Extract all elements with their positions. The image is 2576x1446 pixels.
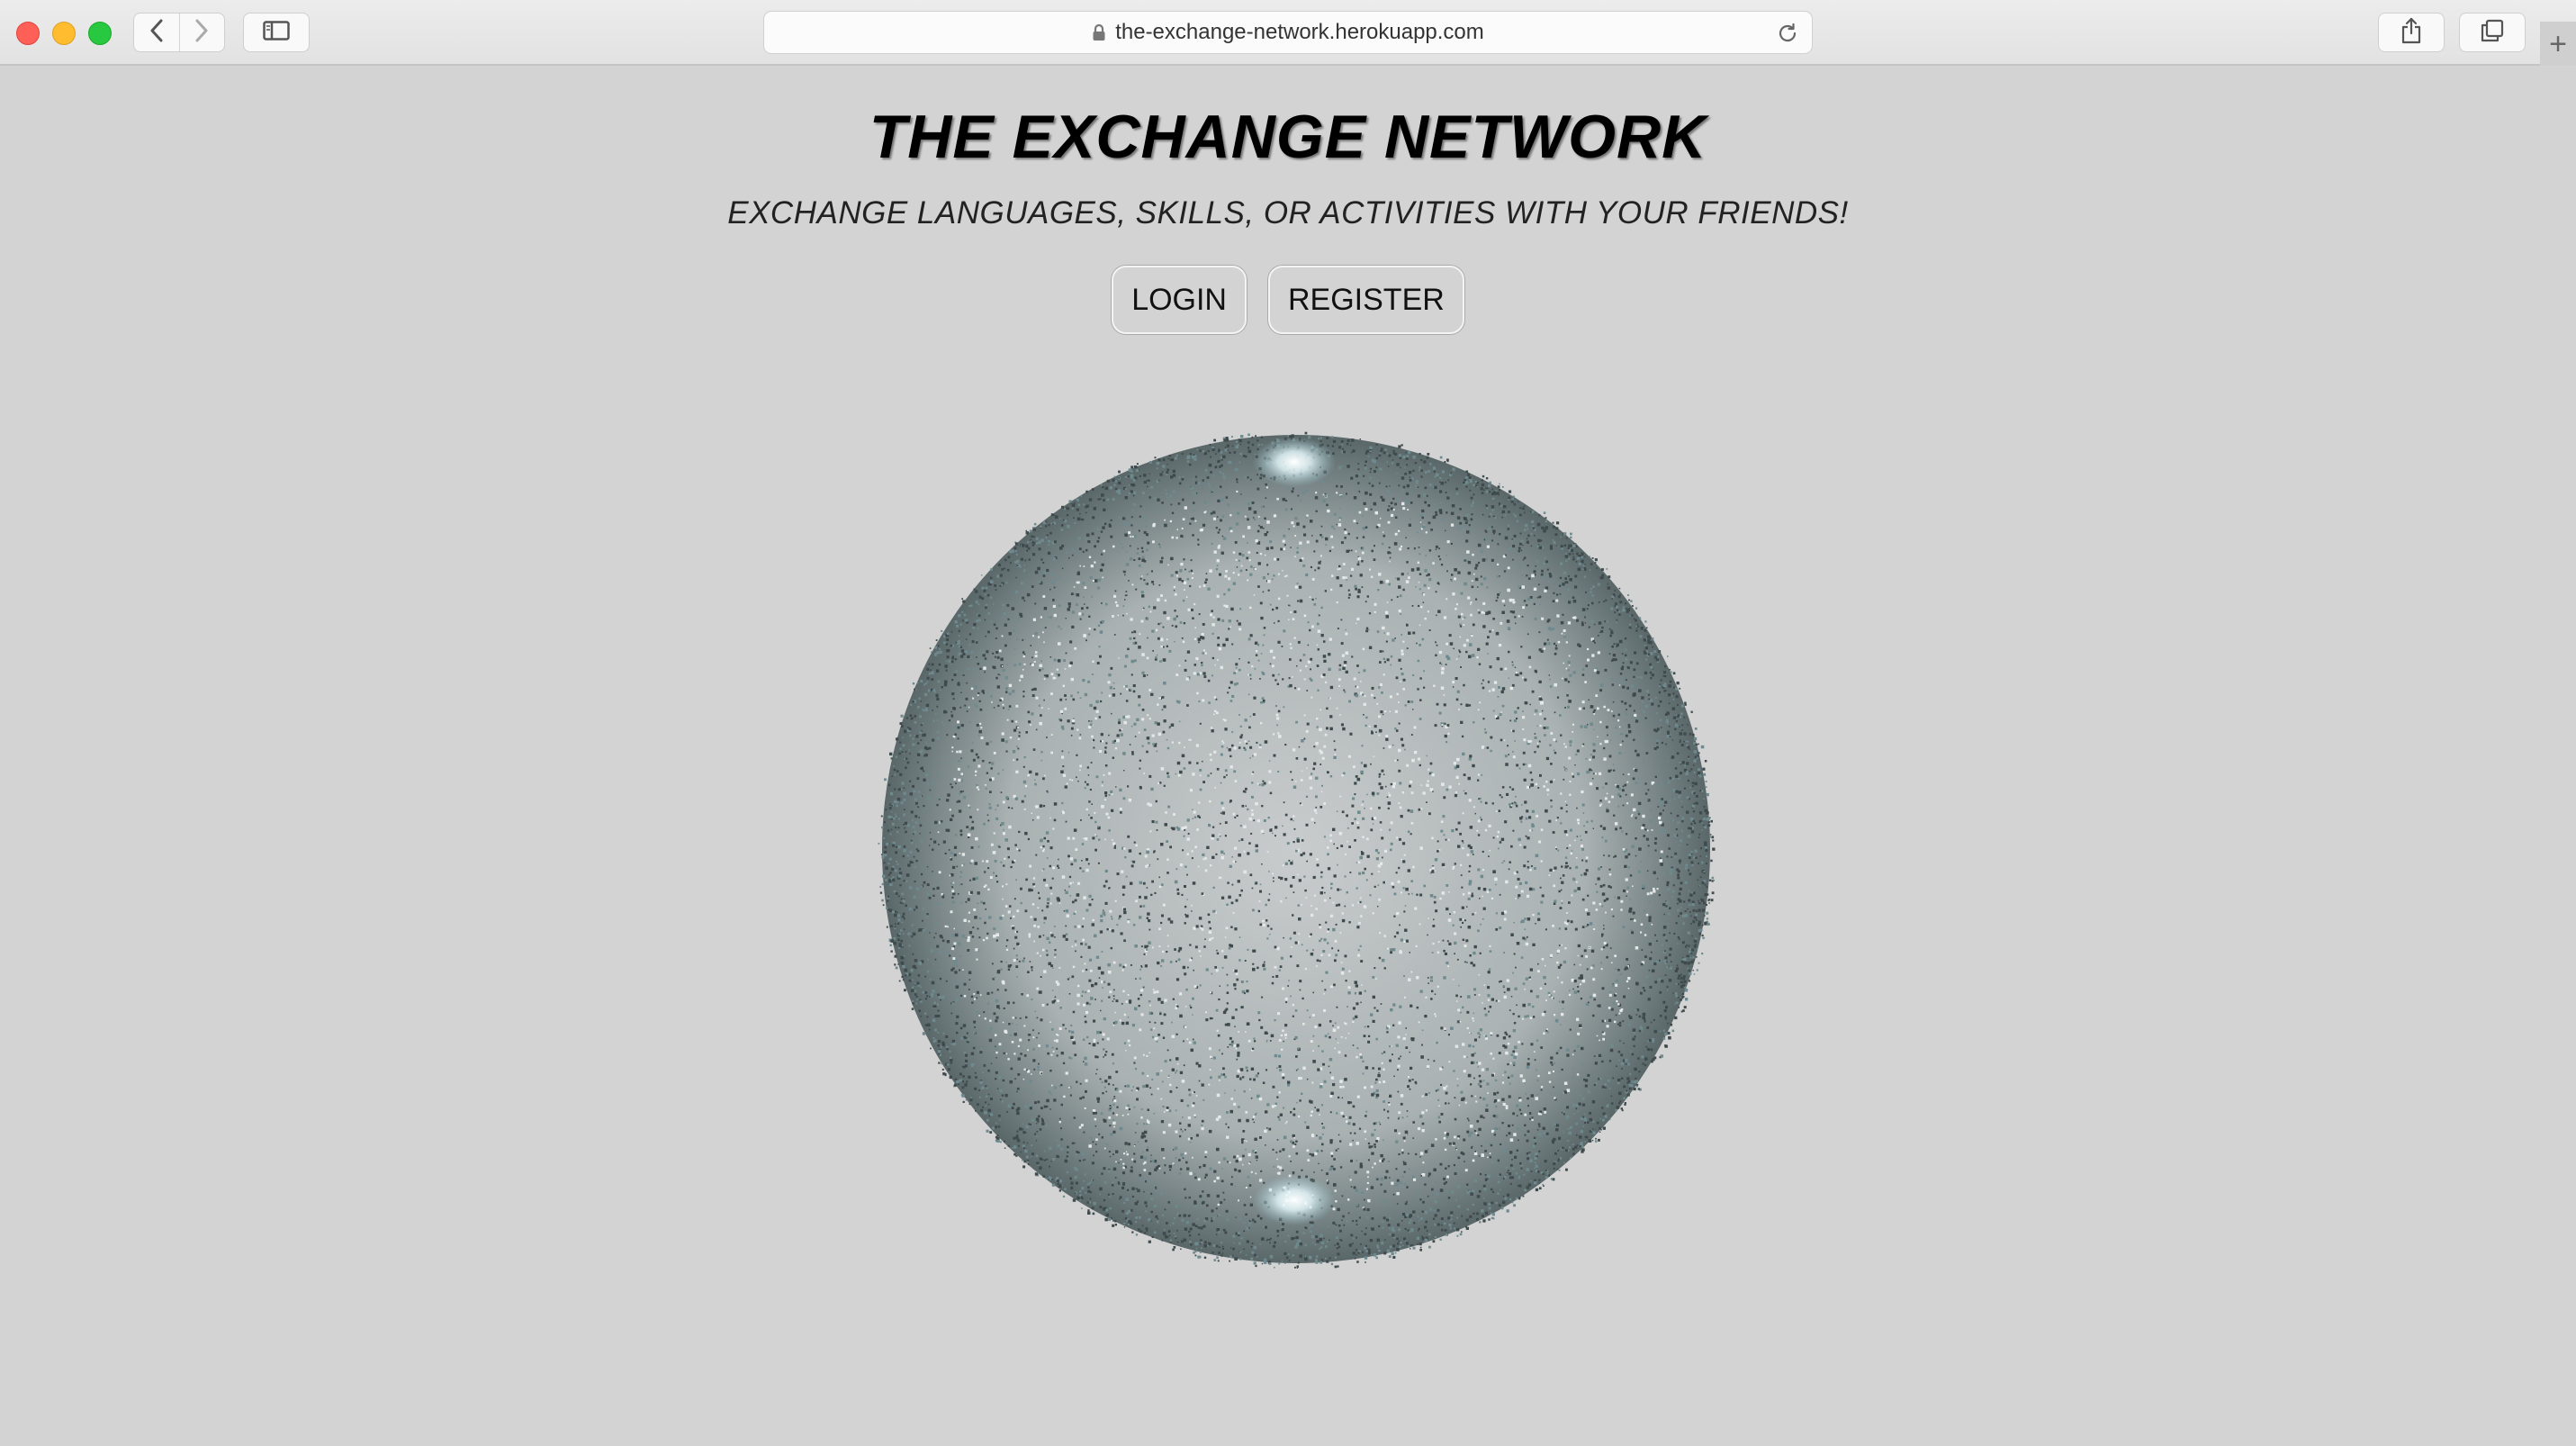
navigation-buttons	[133, 13, 225, 52]
new-tab-button[interactable]: +	[2540, 22, 2576, 67]
page-title: THE EXCHANGE NETWORK	[869, 103, 1707, 171]
register-button[interactable]: REGISTER	[1268, 266, 1464, 334]
page-content: THE EXCHANGE NETWORK EXCHANGE LANGUAGES,…	[0, 66, 2576, 1446]
particle-globe	[873, 417, 1719, 1281]
reload-icon[interactable]	[1776, 22, 1799, 51]
tabs-overview-button[interactable]	[2459, 13, 2526, 52]
url-text: the-exchange-network.herokuapp.com	[1115, 20, 1484, 44]
globe-north-glow	[1253, 437, 1336, 487]
globe-south-glow	[1253, 1175, 1336, 1225]
login-button[interactable]: LOGIN	[1112, 266, 1247, 334]
address-bar[interactable]: the-exchange-network.herokuapp.com	[763, 11, 1813, 54]
browser-toolbar: the-exchange-network.herokuapp.com +	[0, 0, 2576, 67]
minimize-window-button[interactable]	[52, 22, 76, 45]
zoom-window-button[interactable]	[88, 22, 112, 45]
auth-buttons: LOGIN REGISTER	[0, 266, 2576, 334]
forward-chevron-icon	[194, 19, 209, 47]
back-chevron-icon	[149, 19, 164, 47]
close-window-button[interactable]	[16, 22, 40, 45]
lock-icon	[1092, 23, 1106, 41]
plus-icon: +	[2549, 26, 2567, 61]
share-icon	[2400, 17, 2422, 49]
forward-button[interactable]	[178, 14, 225, 51]
sidebar-icon	[263, 20, 290, 45]
page-subtitle: EXCHANGE LANGUAGES, SKILLS, OR ACTIVITIE…	[727, 195, 1849, 230]
back-button[interactable]	[134, 14, 179, 51]
share-button[interactable]	[2378, 13, 2445, 52]
tabs-icon	[2481, 19, 2504, 47]
particle-globe-graphic	[878, 431, 1716, 1269]
sidebar-button[interactable]	[243, 13, 310, 52]
